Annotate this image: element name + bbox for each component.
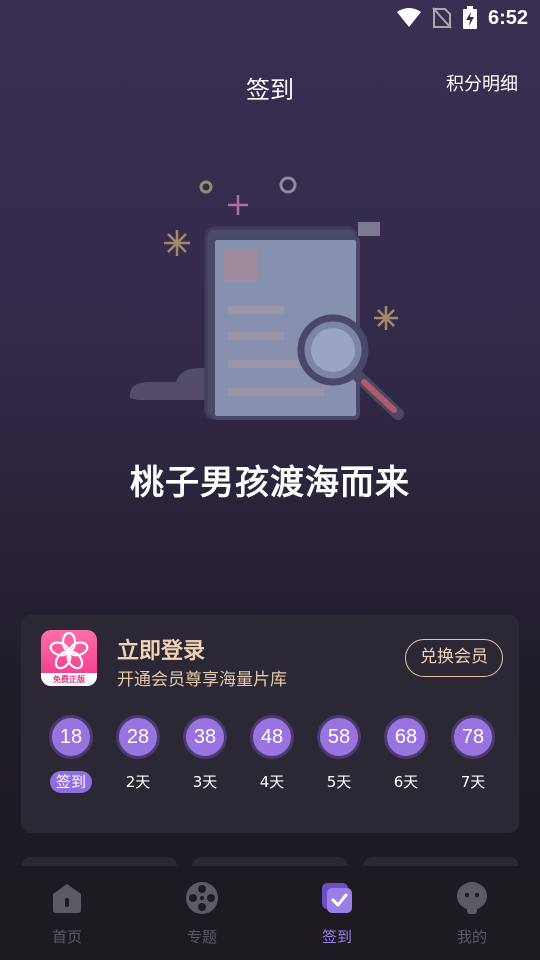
day-label: 3天 xyxy=(192,773,218,791)
bottom-nav: 首页 专题 签到 我的 xyxy=(0,866,540,960)
nav-profile-label: 我的 xyxy=(456,928,487,946)
exchange-membership-button[interactable]: 兑换会员 xyxy=(405,639,503,677)
status-bar: 6:52 xyxy=(0,0,540,36)
checkin-day: 68 6天 xyxy=(376,715,436,793)
checkin-day: 58 5天 xyxy=(309,715,369,793)
day-points: 18 xyxy=(49,715,93,759)
film-reel-icon xyxy=(186,882,218,914)
day-points: 38 xyxy=(183,715,227,759)
day-label: 5天 xyxy=(326,773,352,791)
checkin-days: 18 签到 28 2天 38 3天 48 4天 58 5天 68 6天 78 7… xyxy=(41,715,505,805)
hero-slogan: 桃子男孩渡海而来 xyxy=(130,463,410,503)
nav-topics-label: 专题 xyxy=(186,928,217,946)
checkin-day: 38 3天 xyxy=(175,715,235,793)
status-time: 6:52 xyxy=(487,6,528,29)
day-points: 48 xyxy=(250,715,294,759)
nav-checkin[interactable]: 签到 xyxy=(287,880,387,947)
day-points: 58 xyxy=(317,715,361,759)
day-label: 4天 xyxy=(259,773,285,791)
document-search-illustration xyxy=(129,176,404,420)
profile-icon xyxy=(457,882,487,914)
checkin-icon xyxy=(322,883,352,913)
day-label: 2天 xyxy=(125,773,151,791)
logo-banner: 免费正版 xyxy=(41,673,97,686)
day-label: 7天 xyxy=(460,773,486,791)
signin-card: 免费正版 立即登录 开通会员尊享海量片库 兑换会员 18 签到 28 2天 38… xyxy=(21,615,519,833)
nav-home-label: 首页 xyxy=(51,928,82,946)
home-icon xyxy=(53,884,81,913)
login-title[interactable]: 立即登录 xyxy=(117,633,205,665)
wifi-icon xyxy=(396,8,421,27)
header: 签到 积分明细 xyxy=(0,62,540,106)
checkin-now-label[interactable]: 签到 xyxy=(49,771,92,793)
empty-state-illustration xyxy=(128,170,428,430)
app-logo: 免费正版 xyxy=(41,630,97,686)
checkin-day[interactable]: 18 签到 xyxy=(41,715,101,793)
nav-home[interactable]: 首页 xyxy=(17,880,117,947)
day-points: 28 xyxy=(116,715,160,759)
status-icons: 6:52 xyxy=(396,6,528,30)
checkin-day: 28 2天 xyxy=(108,715,168,793)
nav-topics[interactable]: 专题 xyxy=(152,880,252,947)
no-sim-icon xyxy=(432,7,452,29)
checkin-day: 78 7天 xyxy=(443,715,503,793)
day-points: 68 xyxy=(384,715,428,759)
login-subtitle: 开通会员尊享海量片库 xyxy=(117,670,287,690)
checkin-day: 48 4天 xyxy=(242,715,302,793)
nav-profile[interactable]: 我的 xyxy=(422,880,522,947)
day-label: 6天 xyxy=(393,773,419,791)
cherry-blossom-icon xyxy=(49,631,89,670)
nav-checkin-label: 签到 xyxy=(321,928,352,946)
points-detail-link[interactable]: 积分明细 xyxy=(446,70,518,96)
day-points: 78 xyxy=(451,715,495,759)
battery-charging-icon xyxy=(462,6,477,29)
